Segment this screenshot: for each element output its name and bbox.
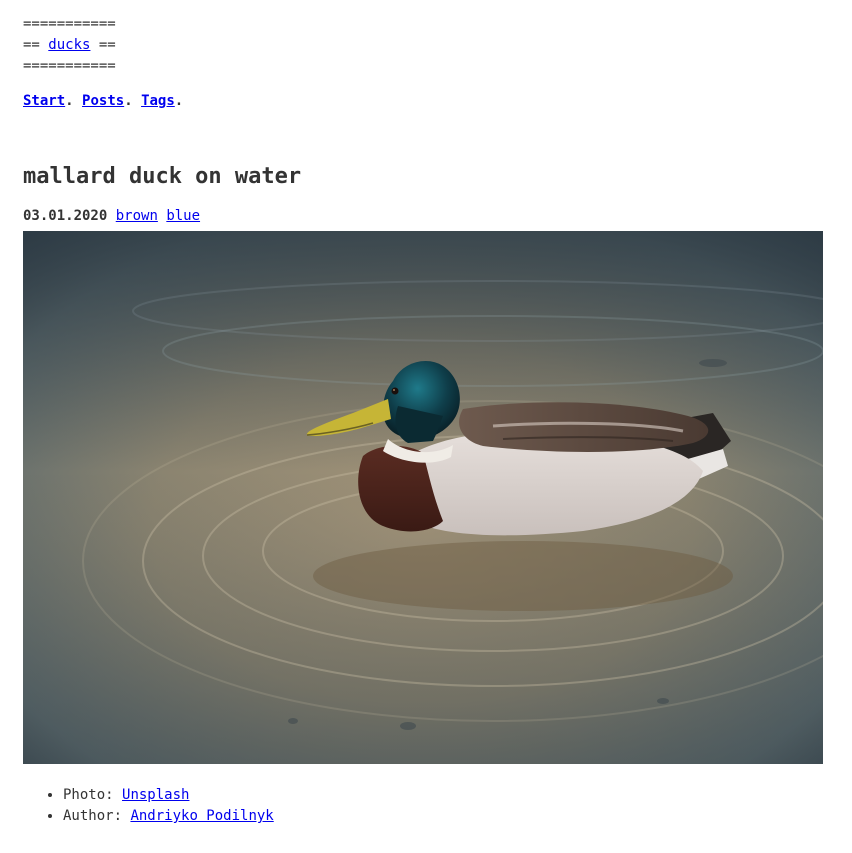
tag-brown-link[interactable]: brown <box>116 208 158 224</box>
page: =========== == ducks == =========== Star… <box>23 14 823 827</box>
nav-end: . <box>174 93 184 109</box>
nav-separator: . <box>124 93 133 109</box>
nav-posts-link[interactable]: Posts <box>82 93 124 109</box>
nav-tags-link[interactable]: Tags <box>141 93 175 109</box>
author-link[interactable]: Andriyko Podilnyk <box>130 808 273 824</box>
unsplash-link[interactable]: Unsplash <box>122 787 189 803</box>
banner-rule-bottom: =========== <box>23 58 116 74</box>
main-nav: Start. Posts. Tags. <box>23 91 823 112</box>
credit-author-item: Author: Andriyko Podilnyk <box>63 806 823 827</box>
nav-start-link[interactable]: Start <box>23 93 65 109</box>
nav-separator: . <box>65 93 74 109</box>
credit-photo-label: Photo: <box>63 787 123 803</box>
photo-credits: Photo: Unsplash Author: Andriyko Podilny… <box>23 785 823 827</box>
banner-rule-top: =========== <box>23 16 116 32</box>
post-meta: 03.01.2020 brown blue <box>23 206 823 227</box>
banner-prefix: == <box>23 37 49 53</box>
site-banner: =========== == ducks == =========== <box>23 14 823 77</box>
credit-author-label: Author: <box>63 808 131 824</box>
tag-blue-link[interactable]: blue <box>166 208 200 224</box>
site-name-link[interactable]: ducks <box>48 37 90 53</box>
banner-suffix: == <box>90 37 116 53</box>
credit-photo-item: Photo: Unsplash <box>63 785 823 806</box>
post-title: mallard duck on water <box>23 164 302 189</box>
duck-shadow <box>313 541 733 611</box>
duck-photo <box>23 231 823 764</box>
post-date: 03.01.2020 <box>23 208 108 224</box>
